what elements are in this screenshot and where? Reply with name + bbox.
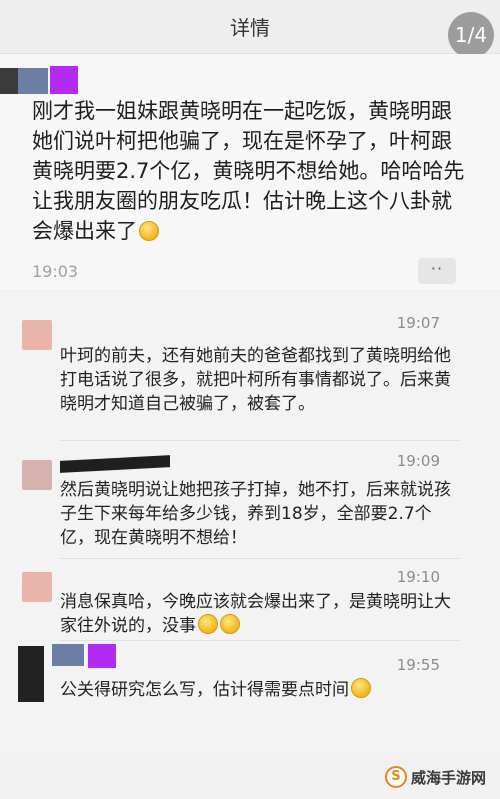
comment-text-body: 消息保真哈，今晚应该就会爆出来了，是黄晓明让大家往外说的，没事: [60, 592, 451, 636]
smirk-emoji-icon: [351, 678, 371, 698]
comment-list: 19:07 叶珂的前夫，还有她前夫的爸爸都找到了黄晓明给他打电话说了很多，就把叶…: [0, 292, 500, 752]
post-author-name-blur: [18, 68, 48, 94]
comment-avatar[interactable]: [18, 646, 44, 702]
comment-name-blur: [52, 644, 84, 666]
smirk-emoji-icon: [198, 614, 218, 634]
comment-item: 19:55 公关得研究怎么写，估计得需要点时间: [0, 644, 500, 724]
comment-item: 19:09 然后黄晓明说让她把孩子打掉，她不打，后来就说孩子生下来每年给多少钱，…: [0, 448, 500, 558]
watermark-logo-icon: S: [384, 766, 407, 788]
page-title: 详情: [230, 16, 270, 40]
more-actions-button[interactable]: ··: [418, 258, 456, 284]
comment-avatar[interactable]: [22, 572, 52, 602]
post-content: 刚才我一姐妹跟黄晓明在一起吃饭，黄晓明跟她们说叶柯把他骗了，现在是怀孕了，叶柯跟…: [32, 96, 472, 246]
comment-avatar[interactable]: [22, 460, 52, 490]
comment-text: 然后黄晓明说让她把孩子打掉，她不打，后来就说孩子生下来每年给多少钱，养到18岁，…: [60, 480, 451, 548]
comment-timestamp: 19:09: [396, 452, 440, 470]
comment-text-body: 公关得研究怎么写，估计得需要点时间: [60, 680, 349, 700]
comment-divider: [60, 640, 460, 641]
watermark-text: 威海手游网: [410, 768, 486, 787]
comment-item: 19:07 叶珂的前夫，还有她前夫的爸爸都找到了黄晓明给他打电话说了很多，就把叶…: [0, 310, 500, 440]
comment-avatar[interactable]: [22, 320, 52, 350]
post-author-name-blur-accent: [50, 66, 78, 94]
more-dots-icon: ··: [430, 259, 444, 278]
comment-timestamp: 19:07: [396, 314, 440, 332]
header-bar: 详情: [0, 0, 500, 54]
comment-text: 消息保真哈，今晚应该就会爆出来了，是黄晓明让大家往外说的，没事: [60, 590, 460, 638]
post-avatar[interactable]: [0, 68, 18, 94]
comment-timestamp: 19:10: [396, 568, 440, 586]
post-timestamp: 19:03: [32, 262, 79, 281]
watermark: S 威海手游网: [384, 764, 486, 790]
comment-divider: [60, 558, 460, 559]
smirk-emoji-icon: [139, 221, 159, 241]
comment-text: 公关得研究怎么写，估计得需要点时间: [60, 678, 460, 702]
comment-name-blur: [60, 455, 170, 473]
post-text: 刚才我一姐妹跟黄晓明在一起吃饭，黄晓明跟她们说叶柯把他骗了，现在是怀孕了，叶柯跟…: [32, 99, 465, 243]
comment-divider: [60, 440, 460, 441]
smirk-emoji-icon: [220, 614, 240, 634]
comment-name-blur-accent: [88, 644, 116, 668]
page-indicator[interactable]: 1/4: [448, 12, 494, 58]
moment-post: 刚才我一姐妹跟黄晓明在一起吃饭，黄晓明跟她们说叶柯把他骗了，现在是怀孕了，叶柯跟…: [0, 54, 500, 290]
comment-text: 叶珂的前夫，还有她前夫的爸爸都找到了黄晓明给他打电话说了很多，就把叶柯所有事情都…: [60, 346, 451, 414]
comment-item: 19:10 消息保真哈，今晚应该就会爆出来了，是黄晓明让大家往外说的，没事: [0, 566, 500, 646]
comment-timestamp: 19:55: [396, 656, 440, 674]
